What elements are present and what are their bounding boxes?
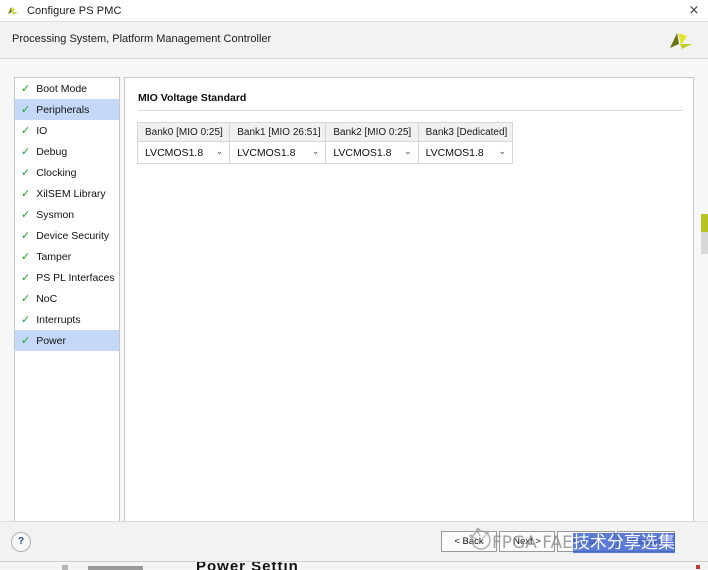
bank2-voltage-value: LVCMOS1.8 bbox=[333, 146, 392, 159]
finish-button[interactable]: Finish bbox=[557, 531, 615, 552]
sidebar-item-noc[interactable]: ✓ NoC bbox=[15, 288, 119, 309]
sidebar-item-power[interactable]: ✓ Power bbox=[15, 330, 119, 351]
wizard-page-list: ✓ Boot Mode ✓ Peripherals ✓ IO ✓ Debug ✓… bbox=[14, 77, 120, 527]
window-titlebar: Configure PS PMC × bbox=[0, 0, 708, 22]
window-title: Configure PS PMC bbox=[27, 4, 122, 17]
sidebar-item-sysmon[interactable]: ✓ Sysmon bbox=[15, 204, 119, 225]
column-header-bank2: Bank2 [MIO 0:25] bbox=[325, 122, 419, 142]
vertical-scrollbar[interactable] bbox=[701, 214, 708, 254]
sidebar-item-xilsem-library[interactable]: ✓ XilSEM Library bbox=[15, 183, 119, 204]
header-subtitle: Processing System, Platform Management C… bbox=[12, 33, 272, 45]
column-header-bank3: Bank3 [Dedicated] bbox=[417, 122, 514, 142]
table-row: LVCMOS1.8 ⌄ LVCMOS1.8 ⌄ LVCMOS1.8 ⌄ LVCM… bbox=[136, 141, 514, 164]
dialog-content: ✓ Boot Mode ✓ Peripherals ✓ IO ✓ Debug ✓… bbox=[0, 59, 708, 527]
next-button[interactable]: Next > bbox=[499, 531, 555, 552]
column-header-bank1: Bank1 [MIO 26:51] bbox=[229, 122, 327, 142]
sidebar-item-peripherals[interactable]: ✓ Peripherals bbox=[15, 99, 119, 120]
sidebar-item-label: NoC bbox=[36, 292, 58, 305]
main-panel: MIO Voltage Standard Bank0 [MIO 0:25] Ba… bbox=[124, 77, 694, 527]
cell-bank3-voltage: LVCMOS1.8 ⌄ bbox=[417, 141, 514, 164]
sidebar-item-label: IO bbox=[36, 124, 48, 137]
bleed-chip-graphic bbox=[88, 566, 143, 570]
chevron-down-icon: ⌄ bbox=[404, 147, 412, 157]
sidebar-item-label: Clocking bbox=[36, 166, 77, 179]
bank1-voltage-value: LVCMOS1.8 bbox=[237, 146, 296, 159]
chevron-down-icon: ⌄ bbox=[498, 147, 506, 157]
sidebar-item-label: XilSEM Library bbox=[36, 187, 106, 200]
check-icon: ✓ bbox=[21, 229, 31, 242]
scrollbar-thumb[interactable] bbox=[701, 214, 708, 232]
check-icon: ✓ bbox=[21, 334, 31, 347]
chevron-down-icon: ⌄ bbox=[311, 147, 320, 157]
bank3-voltage-value: LVCMOS1.8 bbox=[425, 146, 484, 159]
bank3-voltage-dropdown[interactable]: LVCMOS1.8 ⌄ bbox=[418, 142, 512, 163]
check-icon: ✓ bbox=[21, 145, 31, 158]
bank0-voltage-dropdown[interactable]: LVCMOS1.8 ⌄ bbox=[138, 142, 230, 163]
cancel-button[interactable]: Cancel bbox=[617, 531, 675, 552]
sidebar-item-interrupts[interactable]: ✓ Interrupts bbox=[15, 309, 119, 330]
section-divider bbox=[138, 110, 683, 111]
bank0-voltage-value: LVCMOS1.8 bbox=[145, 146, 204, 159]
check-icon: ✓ bbox=[21, 187, 31, 200]
sidebar-item-label: Device Security bbox=[36, 229, 110, 242]
background-page-bleed: Power Settin bbox=[0, 561, 708, 570]
table-header-row: Bank0 [MIO 0:25] Bank1 [MIO 26:51] Bank2… bbox=[136, 122, 514, 142]
section-title: MIO Voltage Standard bbox=[138, 92, 247, 104]
mio-voltage-standard-table: Bank0 [MIO 0:25] Bank1 [MIO 26:51] Bank2… bbox=[136, 122, 514, 164]
check-icon: ✓ bbox=[21, 166, 31, 179]
sidebar-item-boot-mode[interactable]: ✓ Boot Mode bbox=[15, 78, 119, 99]
dialog-footer: ? < Back Next > Finish Cancel bbox=[0, 521, 708, 561]
sidebar-item-device-security[interactable]: ✓ Device Security bbox=[15, 225, 119, 246]
sidebar-item-label: Interrupts bbox=[36, 313, 81, 326]
bleed-dot-marker bbox=[696, 565, 700, 569]
sidebar-item-label: Power bbox=[36, 334, 66, 347]
sidebar-item-label: Tamper bbox=[36, 250, 72, 263]
check-icon: ✓ bbox=[21, 124, 31, 137]
configure-ps-pmc-dialog: Configure PS PMC × Processing System, Pl… bbox=[0, 0, 708, 570]
dialog-header: Processing System, Platform Management C… bbox=[0, 22, 708, 59]
bleed-heading: Power Settin bbox=[196, 561, 299, 570]
cell-bank0-voltage: LVCMOS1.8 ⌄ bbox=[136, 141, 231, 164]
check-icon: ✓ bbox=[21, 103, 31, 116]
xilinx-logo-icon bbox=[8, 6, 18, 14]
sidebar-item-io[interactable]: ✓ IO bbox=[15, 120, 119, 141]
chevron-down-icon: ⌄ bbox=[215, 147, 224, 157]
bleed-tick-marker bbox=[62, 565, 68, 570]
column-header-bank0: Bank0 [MIO 0:25] bbox=[136, 122, 231, 142]
check-icon: ✓ bbox=[21, 292, 31, 305]
help-button[interactable]: ? bbox=[11, 532, 31, 552]
cell-bank2-voltage: LVCMOS1.8 ⌄ bbox=[325, 141, 419, 164]
bank1-voltage-dropdown[interactable]: LVCMOS1.8 ⌄ bbox=[230, 142, 326, 163]
sidebar-item-label: Sysmon bbox=[36, 208, 75, 221]
sidebar-item-label: Boot Mode bbox=[36, 82, 88, 95]
sidebar-item-label: PS PL Interfaces bbox=[36, 271, 115, 284]
sidebar-item-ps-pl-interfaces[interactable]: ✓ PS PL Interfaces bbox=[15, 267, 119, 288]
sidebar-item-debug[interactable]: ✓ Debug bbox=[15, 141, 119, 162]
sidebar-item-tamper[interactable]: ✓ Tamper bbox=[15, 246, 119, 267]
check-icon: ✓ bbox=[21, 313, 31, 326]
check-icon: ✓ bbox=[21, 208, 31, 221]
close-icon[interactable]: × bbox=[686, 3, 702, 19]
sidebar-item-label: Peripherals bbox=[36, 103, 90, 116]
back-button[interactable]: < Back bbox=[441, 531, 497, 552]
check-icon: ✓ bbox=[21, 250, 31, 263]
check-icon: ✓ bbox=[21, 82, 31, 95]
xilinx-logo-icon bbox=[670, 33, 692, 49]
cell-bank1-voltage: LVCMOS1.8 ⌄ bbox=[229, 141, 327, 164]
sidebar-item-clocking[interactable]: ✓ Clocking bbox=[15, 162, 119, 183]
check-icon: ✓ bbox=[21, 271, 31, 284]
bank2-voltage-dropdown[interactable]: LVCMOS1.8 ⌄ bbox=[326, 142, 418, 163]
sidebar-item-label: Debug bbox=[36, 145, 68, 158]
